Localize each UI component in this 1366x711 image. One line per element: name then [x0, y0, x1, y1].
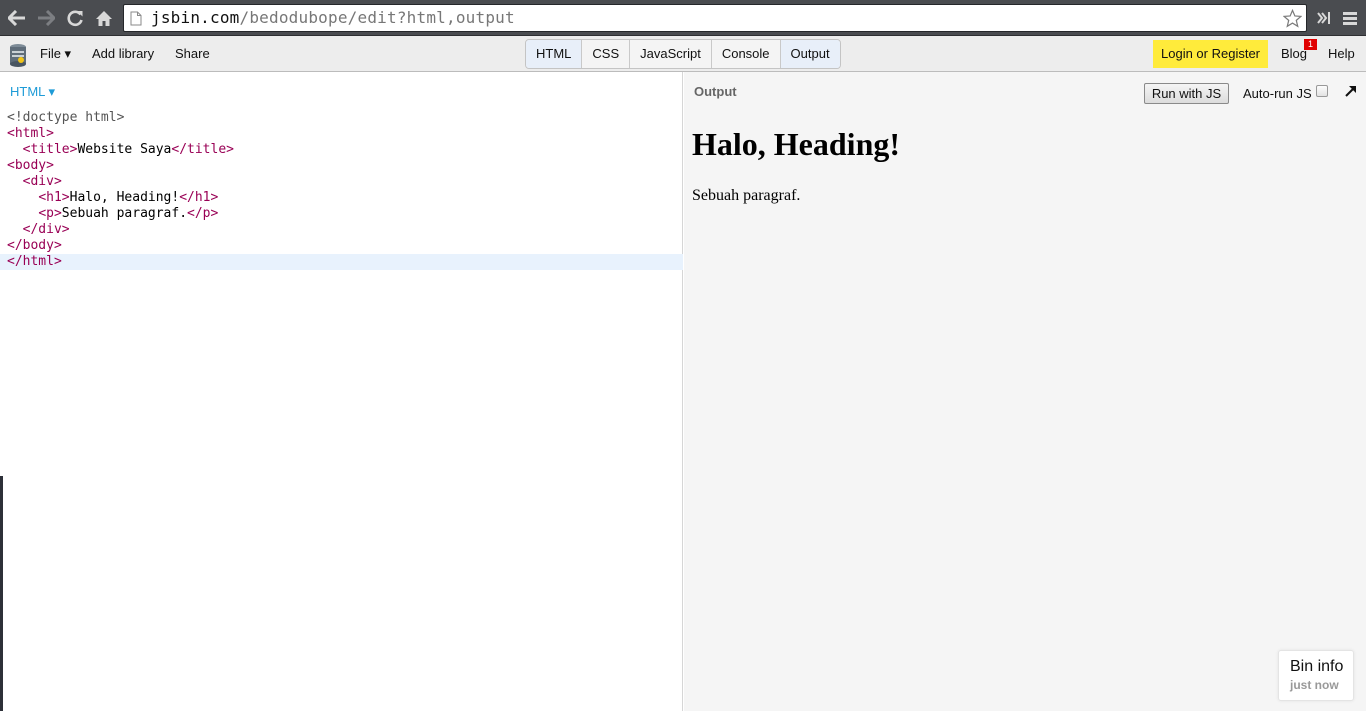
bookmark-star-icon[interactable]: [1282, 8, 1303, 33]
tab-html[interactable]: HTML: [526, 40, 583, 68]
url-path: /bedodubope/edit?html,output: [239, 8, 515, 27]
tab-javascript[interactable]: JavaScript: [630, 40, 712, 68]
home-icon[interactable]: [92, 6, 116, 30]
popout-arrow-icon[interactable]: [1344, 84, 1358, 98]
extensions-icon[interactable]: [1313, 6, 1335, 30]
editor-edge-bar: [0, 476, 3, 711]
output-heading: Halo, Heading!: [692, 126, 901, 162]
code-line[interactable]: <html>: [0, 126, 683, 142]
output-panel-label: Output: [694, 84, 737, 99]
code-line[interactable]: <!doctype html>: [0, 110, 683, 126]
add-library-menu[interactable]: Add library: [92, 36, 154, 72]
autorun-checkbox[interactable]: [1316, 85, 1328, 97]
forward-icon[interactable]: [34, 6, 58, 30]
tab-css[interactable]: CSS: [582, 40, 631, 68]
browser-toolbar: jsbin.com/bedodubope/edit?html,output: [0, 0, 1366, 36]
code-line[interactable]: <p>Sebuah paragraf.</p>: [0, 206, 683, 222]
login-register-button[interactable]: Login or Register: [1153, 40, 1268, 68]
url-text: jsbin.com/bedodubope/edit?html,output: [151, 8, 515, 28]
autorun-label: Auto-run JS: [1243, 86, 1312, 101]
jsbin-logo-icon[interactable]: [8, 43, 28, 67]
code-editor[interactable]: <!doctype html> <html> <title>Website Say…: [0, 110, 683, 270]
run-with-js-button[interactable]: Run with JS: [1144, 83, 1229, 104]
share-menu[interactable]: Share: [175, 36, 210, 72]
html-panel-label[interactable]: HTML ▾: [10, 84, 55, 100]
bin-info-time: just now: [1290, 678, 1339, 692]
help-link[interactable]: Help: [1328, 36, 1355, 72]
code-line[interactable]: </body>: [0, 238, 683, 254]
html-editor-panel[interactable]: HTML ▾ <!doctype html> <html> <title>Webs…: [0, 72, 683, 711]
code-line[interactable]: <title>Website Saya</title>: [0, 142, 683, 158]
panel-toggle-group: HTML CSS JavaScript Console Output: [525, 39, 841, 69]
file-menu[interactable]: File ▾: [40, 36, 71, 72]
output-panel: Output Run with JS Auto-run JS Halo, Hea…: [684, 72, 1366, 711]
code-line[interactable]: <div>: [0, 174, 683, 190]
reload-icon[interactable]: [63, 6, 87, 30]
code-line[interactable]: <body>: [0, 158, 683, 174]
tab-output[interactable]: Output: [780, 40, 840, 68]
blog-notification-badge: 1: [1304, 39, 1317, 50]
menu-icon[interactable]: [1339, 6, 1361, 30]
code-line[interactable]: </html>: [0, 254, 683, 270]
output-paragraph: Sebuah paragraf.: [692, 187, 801, 204]
tab-console[interactable]: Console: [712, 40, 781, 68]
page-icon: [130, 11, 142, 31]
back-icon[interactable]: [5, 6, 29, 30]
code-line[interactable]: <h1>Halo, Heading!</h1>: [0, 190, 683, 206]
code-line[interactable]: </div>: [0, 222, 683, 238]
url-host: jsbin.com: [151, 8, 240, 27]
bin-info-box[interactable]: Bin info just now: [1278, 650, 1354, 701]
jsbin-toolbar: File ▾ Add library Share HTML CSS JavaSc…: [0, 36, 1366, 72]
bin-info-title: Bin info: [1290, 658, 1344, 675]
address-bar[interactable]: jsbin.com/bedodubope/edit?html,output: [123, 4, 1307, 32]
